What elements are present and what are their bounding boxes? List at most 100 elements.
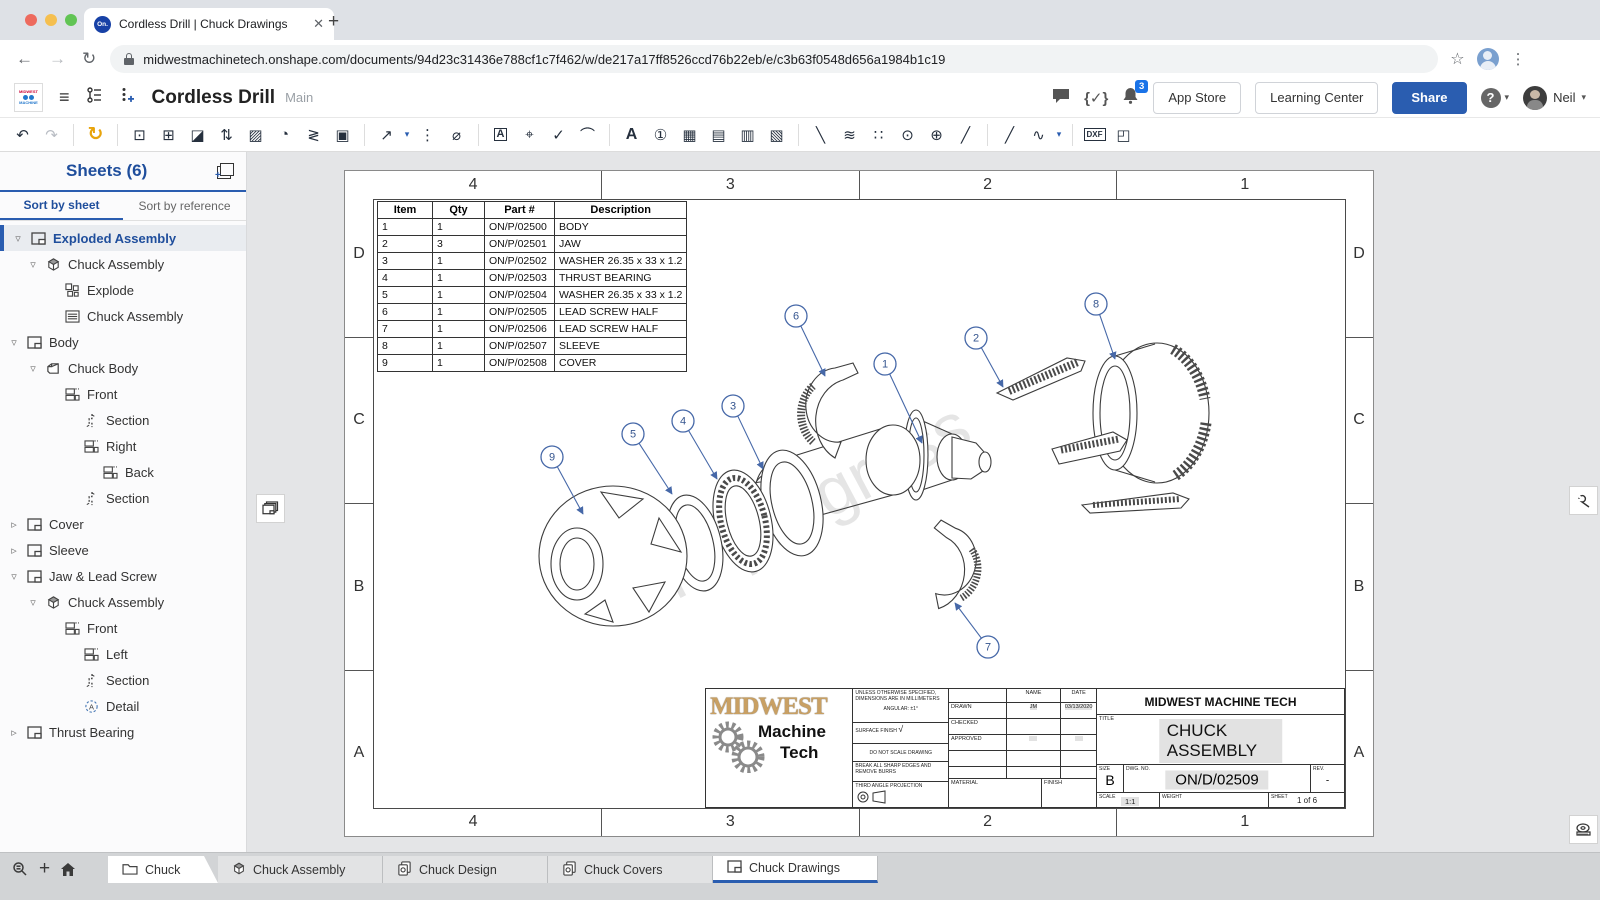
tab-sort-by-reference[interactable]: Sort by reference <box>123 192 246 220</box>
help-menu[interactable]: ?▾ <box>1481 88 1510 108</box>
browser-tab[interactable]: On. Cordless Drill | Chuck Drawings ✕ <box>84 8 334 40</box>
parts-table-row[interactable]: 31ON/P/02502WASHER 26.35 x 33 x 1.2 <box>378 253 687 270</box>
sheet-tree-item-body[interactable]: ▿Body <box>0 329 246 355</box>
ordinate-dimension-icon[interactable]: ⋮ <box>413 122 442 148</box>
mac-close-button[interactable] <box>25 14 37 26</box>
element-tab-chuck[interactable]: Chuck <box>108 856 218 883</box>
element-tab-chuck-assembly[interactable]: Chuck Assembly <box>218 856 383 883</box>
sheet-tree-item-detail[interactable]: ADetail <box>0 693 246 719</box>
note-icon[interactable]: A <box>617 122 646 148</box>
drawing-canvas[interactable]: 4321 4321 DCBA DCBA In progress <box>247 152 1600 852</box>
parts-table-row[interactable]: 51ON/P/02504WASHER 26.35 x 33 x 1.2 <box>378 287 687 304</box>
sheet-tree-item-right[interactable]: Right <box>0 433 246 459</box>
search-tabs-icon[interactable] <box>12 861 29 877</box>
sheet-tree-item-exploded-assembly[interactable]: ▿Exploded Assembly <box>0 225 246 251</box>
browser-menu-icon[interactable]: ⋮ <box>1511 50 1526 68</box>
company-logo[interactable]: MIDWESTMACHINE <box>14 83 43 112</box>
sheet-tree-item-section[interactable]: Section <box>0 667 246 693</box>
dimension-dropdown-icon[interactable]: ▾ <box>401 122 413 148</box>
sheet-tree-item-thrust-bearing[interactable]: ▹Thrust Bearing <box>0 719 246 745</box>
parts-table[interactable]: ItemQtyPart #Description 11ON/P/02500BOD… <box>377 201 687 372</box>
mac-maximize-button[interactable] <box>65 14 77 26</box>
add-sheet-icon[interactable]: + <box>216 163 234 179</box>
add-element-icon[interactable]: + <box>39 858 50 880</box>
browser-profile-avatar[interactable] <box>1477 48 1499 70</box>
forward-icon[interactable]: → <box>49 49 66 69</box>
sheet-tree-item-back[interactable]: Back <box>0 459 246 485</box>
caret-right-icon[interactable]: ▹ <box>8 544 20 557</box>
cut-list-icon[interactable]: ▧ <box>762 122 791 148</box>
comments-icon[interactable] <box>1052 88 1070 108</box>
undo-icon[interactable]: ↶ <box>8 122 37 148</box>
sheets-flyout-button[interactable] <box>256 494 285 523</box>
sheet-tree-item-section[interactable]: Section <box>0 485 246 511</box>
user-menu[interactable]: Neil▾ <box>1523 86 1586 110</box>
sheet-tree-item-sleeve[interactable]: ▹Sleeve <box>0 537 246 563</box>
caret-down-icon[interactable]: ▿ <box>27 596 39 609</box>
main-menu-icon[interactable]: ≡ <box>59 87 70 108</box>
feature-script-icon[interactable]: {✓} <box>1084 89 1108 107</box>
spline-dropdown-icon[interactable]: ▾ <box>1053 122 1065 148</box>
table-icon[interactable]: ▦ <box>675 122 704 148</box>
element-tab-chuck-drawings[interactable]: Chuck Drawings <box>713 856 878 883</box>
user-avatar[interactable] <box>1523 86 1547 110</box>
datum-icon[interactable]: A <box>486 122 515 148</box>
insert-element-icon[interactable] <box>120 87 134 109</box>
sheet-tree-item-chuck-assembly[interactable]: Chuck Assembly <box>0 303 246 329</box>
sheet-tree-item-jaw-lead-screw[interactable]: ▿Jaw & Lead Screw <box>0 563 246 589</box>
center-mark-pattern-icon[interactable]: ∷ <box>864 122 893 148</box>
sheet-tree-item-left[interactable]: Left <box>0 641 246 667</box>
redo-icon[interactable]: ↷ <box>37 122 66 148</box>
diameter-dimension-icon[interactable]: ⌀ <box>442 122 471 148</box>
crop-view-icon[interactable]: ▣ <box>328 122 357 148</box>
detail-view-icon[interactable]: ◔ <box>270 122 299 148</box>
section-view-icon[interactable]: ◪ <box>183 122 212 148</box>
parts-table-row[interactable]: 23ON/P/02501JAW <box>378 236 687 253</box>
sheet-tree-item-section[interactable]: Section <box>0 407 246 433</box>
caret-right-icon[interactable]: ▹ <box>8 518 20 531</box>
bolt-circle-icon[interactable]: ⊙ <box>893 122 922 148</box>
parts-table-row[interactable]: 41ON/P/02503THRUST BEARING <box>378 270 687 287</box>
address-bar[interactable]: midwestmachinetech.onshape.com/documents… <box>110 45 1438 73</box>
dimension-icon[interactable]: ↗ <box>372 122 401 148</box>
hole-table-icon[interactable]: ▥ <box>733 122 762 148</box>
weld-symbol-icon[interactable]: ⌒ <box>573 122 602 148</box>
center-mark-icon[interactable]: ⊕ <box>922 122 951 148</box>
sheet-tree-item-front[interactable]: Front <box>0 381 246 407</box>
mac-minimize-button[interactable] <box>45 14 57 26</box>
chamfer-dimension-icon[interactable]: ╱ <box>951 122 980 148</box>
insert-view-icon[interactable]: ⊡ <box>125 122 154 148</box>
bom-table-icon[interactable]: ▤ <box>704 122 733 148</box>
auto-balloon-icon[interactable]: ① <box>646 122 675 148</box>
caret-down-icon[interactable]: ▿ <box>12 232 24 245</box>
notifications-bell-icon[interactable]: 3 <box>1122 87 1139 109</box>
help-icon[interactable]: ? <box>1481 88 1501 108</box>
broken-out-section-icon[interactable]: ▨ <box>241 122 270 148</box>
sheet-tree-item-front[interactable]: Front <box>0 615 246 641</box>
document-title[interactable]: Cordless Drill <box>152 87 276 109</box>
spline-icon[interactable]: ∿ <box>1024 122 1053 148</box>
break-view-icon[interactable]: ≷ <box>299 122 328 148</box>
home-icon[interactable] <box>60 862 76 877</box>
reload-icon[interactable]: ↻ <box>82 49 96 69</box>
tab-close-icon[interactable]: ✕ <box>313 16 324 32</box>
workspace-name[interactable]: Main <box>285 90 313 105</box>
export-dxf-icon[interactable]: DXF <box>1080 122 1109 148</box>
caret-down-icon[interactable]: ▿ <box>27 258 39 271</box>
drawing-sheet[interactable]: 4321 4321 DCBA DCBA In progress <box>344 170 1374 837</box>
share-button[interactable]: Share <box>1392 82 1466 114</box>
surface-finish-icon[interactable]: ✓ <box>544 122 573 148</box>
title-block[interactable]: MIDWEST Machine Tech UNLESS OTHERWISE SP… <box>705 688 1345 808</box>
insert-image-icon[interactable]: ◰ <box>1109 122 1138 148</box>
learning-center-button[interactable]: Learning Center <box>1255 82 1378 114</box>
tab-sort-by-sheet[interactable]: Sort by sheet <box>0 192 123 220</box>
versions-icon[interactable] <box>86 87 104 108</box>
caret-down-icon[interactable]: ▿ <box>8 570 20 583</box>
sheet-tree-item-explode[interactable]: Explode <box>0 277 246 303</box>
parts-table-row[interactable]: 91ON/P/02508COVER <box>378 355 687 372</box>
parts-table-row[interactable]: 71ON/P/02506LEAD SCREW HALF <box>378 321 687 338</box>
sheet-tree-item-chuck-body[interactable]: ▿Chuck Body <box>0 355 246 381</box>
bookmark-star-icon[interactable]: ☆ <box>1450 49 1464 69</box>
caret-down-icon[interactable]: ▿ <box>27 362 39 375</box>
line-icon[interactable]: ╱ <box>995 122 1024 148</box>
